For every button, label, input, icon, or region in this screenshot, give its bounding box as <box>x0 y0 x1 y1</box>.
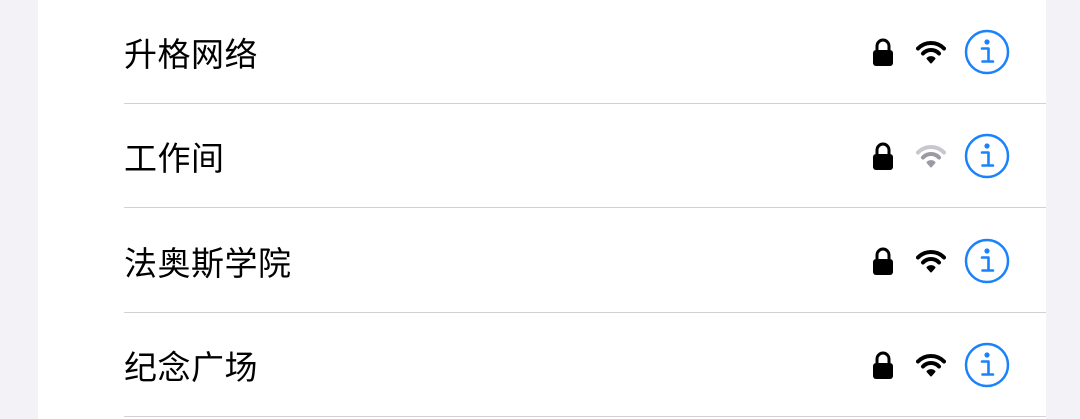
wifi-icon <box>916 354 946 377</box>
info-button[interactable] <box>964 133 1010 179</box>
lock-icon <box>873 247 893 275</box>
network-status-icons <box>872 238 1010 284</box>
lock-icon <box>873 142 893 170</box>
wifi-icon <box>916 250 946 273</box>
network-row[interactable]: 工作间 <box>38 104 1046 208</box>
network-row[interactable]: 升格网络 <box>38 0 1046 104</box>
network-list: 升格网络 工作间 法奥斯学院 纪念广场 <box>38 0 1046 419</box>
lock-icon <box>873 351 893 379</box>
row-divider <box>124 207 1046 208</box>
info-button[interactable] <box>964 342 1010 388</box>
lock-icon <box>873 38 893 66</box>
network-name: 法奥斯学院 <box>124 244 292 283</box>
info-button[interactable] <box>964 29 1010 75</box>
wifi-icon <box>916 41 946 64</box>
network-status-icons <box>872 133 1010 179</box>
network-name: 升格网络 <box>124 35 258 74</box>
row-divider <box>124 416 1046 417</box>
network-status-icons <box>872 342 1010 388</box>
network-row[interactable]: 纪念广场 <box>38 313 1046 417</box>
wifi-icon <box>916 145 946 168</box>
info-button[interactable] <box>964 238 1010 284</box>
network-name: 纪念广场 <box>124 348 258 387</box>
network-row[interactable]: 法奥斯学院 <box>38 209 1046 313</box>
network-name: 工作间 <box>124 139 225 178</box>
network-status-icons <box>872 29 1010 75</box>
